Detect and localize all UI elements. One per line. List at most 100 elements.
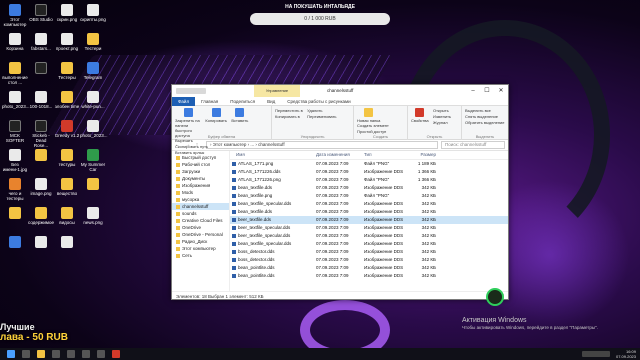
close-icon[interactable]: ✕	[494, 85, 508, 97]
rename-button[interactable]: Переименовать	[307, 114, 336, 120]
table-row[interactable]: bean_textfile.dds 07.09.2023 7:09 Изображе…	[230, 184, 508, 192]
copy-to-button[interactable]: Копировать в	[275, 114, 303, 120]
desktop-icon[interactable]: чего и тестеры	[2, 178, 28, 201]
table-row[interactable]: beer_textfile_specular.dds 07.09.2023 7:0…	[230, 224, 508, 232]
nav-item[interactable]: channelsstuff	[172, 203, 229, 210]
desktop-icon[interactable]: Greedy v1.2	[54, 120, 80, 138]
obs-icon[interactable]	[67, 350, 75, 358]
table-row[interactable]: bean_textfile.dds 07.09.2023 7:09 Изображе…	[230, 208, 508, 216]
properties-button[interactable]: Свойства	[411, 108, 429, 123]
nav-item[interactable]: Загрузки	[172, 168, 229, 175]
table-row[interactable]: bean_pointlite.dds 07.09.2023 7:09 Изображ…	[230, 272, 508, 280]
desktop-icon[interactable]: вещество	[54, 178, 80, 196]
tab-home[interactable]: Главная	[195, 97, 224, 106]
desktop-icon[interactable]: 100-1018...	[28, 91, 54, 109]
desktop-icon[interactable]: тестуры	[54, 149, 80, 167]
desktop-icon[interactable]: злобен time	[54, 91, 80, 109]
explorer-icon[interactable]	[37, 350, 45, 358]
desktop-icon[interactable]: видосы	[54, 207, 80, 225]
paste-button[interactable]: Вставить	[231, 108, 248, 123]
column-type[interactable]: Тип	[364, 151, 408, 159]
desktop-icon[interactable]: проект.png	[54, 33, 80, 51]
desktop-icon[interactable]: My Summer Car	[80, 149, 106, 172]
desktop-icon[interactable]: photo_2023...	[80, 120, 108, 138]
tab-file[interactable]: Файл	[172, 96, 196, 106]
new-folder-button[interactable]: Новая папка	[357, 108, 380, 123]
desktop-icon[interactable]: Тестеры	[54, 62, 80, 80]
nav-item[interactable]: Радио_Диск	[172, 238, 229, 245]
table-row[interactable]: beer_textfile.dds 07.09.2023 7:09 Изображе…	[230, 216, 508, 224]
search-input[interactable]: Поиск: channelsstuff	[441, 141, 505, 149]
history-button[interactable]: Журнал	[433, 120, 451, 126]
nav-item[interactable]: sounds	[172, 210, 229, 217]
desktop-icon[interactable]: fabstars...	[28, 33, 54, 51]
table-row[interactable]: ATLAS_1771.png 07.09.2023 7:09 Файл "PNG" 1…	[230, 160, 508, 168]
desktop-icon[interactable]	[2, 207, 28, 220]
invert-selection-button[interactable]: Обратить выделение	[465, 120, 505, 126]
nav-item[interactable]: мусорка	[172, 196, 229, 203]
address-bar[interactable]: › Этот компьютер › ... › channelsstuff	[206, 141, 438, 149]
desktop-icon[interactable]: Telegram	[80, 62, 106, 80]
desktop-icon[interactable]: скрипты.png	[80, 4, 106, 22]
nav-item[interactable]: OneDrive - Personal	[172, 231, 229, 238]
column-name[interactable]: Имя	[230, 151, 316, 159]
nav-item[interactable]: Изображения	[172, 182, 229, 189]
desktop-icon[interactable]: news.png	[80, 207, 106, 225]
nav-item[interactable]: Creative Cloud Files	[172, 217, 229, 224]
clock[interactable]: 16:09 07.09.2023	[616, 349, 636, 359]
app-icon[interactable]	[112, 350, 120, 358]
desktop-icon[interactable]	[2, 236, 28, 249]
table-row[interactable]: bean_pointlite.dds 07.09.2023 7:09 Изображ…	[230, 264, 508, 272]
table-row[interactable]: bean_textfile_specular.dds 07.09.2023 7:0…	[230, 200, 508, 208]
nav-item[interactable]: Этот компьютер	[172, 245, 229, 252]
table-row[interactable]: boss_detector.dds 07.09.2023 7:09 Изображе…	[230, 248, 508, 256]
tab-view[interactable]: Вид	[261, 97, 281, 106]
desktop-icon[interactable]: Тестери	[80, 33, 106, 51]
table-row[interactable]: bean_textfile_specular.dds 07.09.2023 7:0…	[230, 240, 508, 248]
nav-item[interactable]: Сеть	[172, 252, 229, 259]
search-icon[interactable]	[22, 350, 30, 358]
tab-share[interactable]: Поделиться	[224, 97, 261, 106]
nav-item[interactable]: Моds	[172, 189, 229, 196]
column-size[interactable]: Размер	[408, 151, 438, 159]
quick-access-toolbar[interactable]	[176, 88, 206, 94]
desktop-icon[interactable]: Stickeb - Dead Rose...	[28, 120, 54, 148]
paste-shortcut-button[interactable]: Вставить ярлык	[175, 150, 208, 156]
tray-icons[interactable]	[581, 351, 610, 357]
nav-item[interactable]: Документы	[172, 175, 229, 182]
desktop-icon[interactable]	[28, 62, 54, 75]
desktop-icon[interactable]: содержимое	[28, 207, 54, 225]
desktop-icon[interactable]: photo_2023...	[2, 91, 30, 109]
minimize-icon[interactable]: –	[466, 85, 480, 97]
desktop-icon[interactable]: Этот компьютер	[2, 4, 28, 27]
desktop-icon[interactable]	[28, 236, 54, 249]
copy-button[interactable]: Копировать	[205, 108, 227, 123]
steam-icon[interactable]	[97, 350, 105, 358]
column-date[interactable]: Дата изменения	[316, 151, 364, 159]
desktop-icon[interactable]: Корзина	[2, 33, 28, 51]
table-row[interactable]: bean_textfile.png 07.09.2023 7:09 Файл "PN…	[230, 192, 508, 200]
desktop-icon[interactable]: Без имени-1.jpg	[2, 149, 28, 172]
table-row[interactable]: boss_detector.dds 07.09.2023 7:09 Изображе…	[230, 256, 508, 264]
desktop-icon[interactable]	[54, 236, 80, 249]
nav-item[interactable]: OneDrive	[172, 224, 229, 231]
context-tab[interactable]: Управление	[254, 85, 300, 97]
tab-picture-tools[interactable]: Средства работы с рисунками	[281, 97, 356, 106]
record-indicator-icon[interactable]	[486, 288, 504, 306]
desktop-icon[interactable]: white-pun...	[80, 91, 106, 109]
maximize-icon[interactable]: ☐	[480, 85, 494, 97]
desktop-icon[interactable]: OBS Studio	[28, 4, 54, 22]
start-icon[interactable]	[7, 350, 15, 358]
table-row[interactable]: ATLAS_1771226.dds 07.09.2023 7:09 Изображе…	[230, 168, 508, 176]
desktop-icon[interactable]: скрин.png	[54, 4, 80, 22]
nav-item[interactable]: Рабочий стол	[172, 161, 229, 168]
desktop-icon[interactable]	[28, 149, 54, 162]
chrome-icon[interactable]	[52, 350, 60, 358]
desktop-icon[interactable]: image.png	[28, 178, 54, 196]
table-row[interactable]: beer_textfile_specular.dds 07.09.2023 7:0…	[230, 232, 508, 240]
desktop-icon[interactable]: MCK SOFTER	[2, 120, 28, 143]
table-row[interactable]: ATLAS_1771226.png 07.09.2023 7:09 Файл "PN…	[230, 176, 508, 184]
desktop-icon[interactable]	[80, 178, 106, 191]
desktop-icon[interactable]: выполнение стол ...	[2, 62, 28, 85]
telegram-icon[interactable]	[82, 350, 90, 358]
